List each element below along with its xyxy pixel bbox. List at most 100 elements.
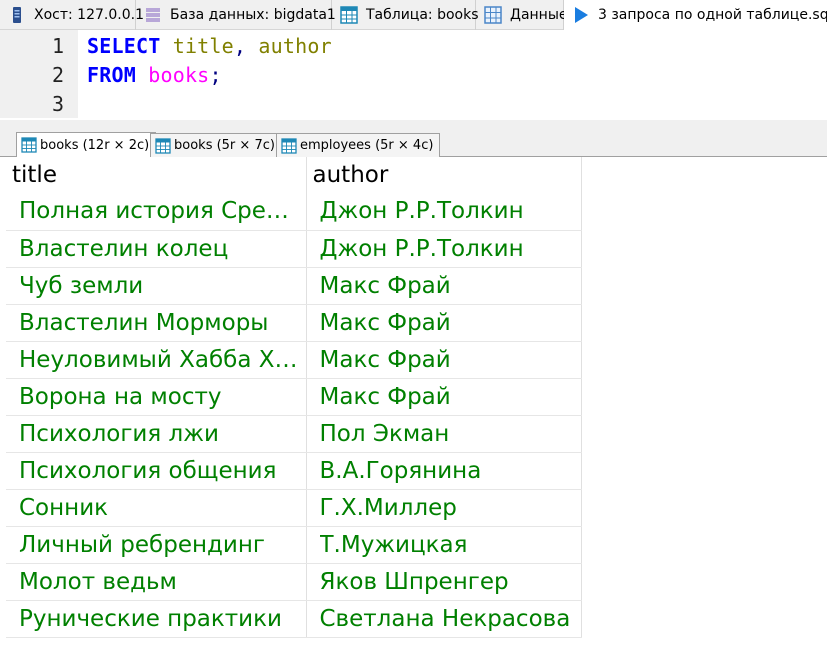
result-tab-books-5r[interactable]: books (5r × 7c) — [150, 133, 282, 157]
cell-title[interactable]: Ворона на мосту — [6, 378, 307, 416]
cell-value: Т.Мужицкая — [319, 531, 468, 558]
line-number: 1 — [51, 34, 64, 58]
cell-author[interactable]: Пол Экман — [306, 415, 582, 453]
cell-value: Джон Р.Р.Толкин — [319, 235, 524, 262]
table-row[interactable]: Ворона на мосту Макс Фрай — [6, 378, 582, 416]
table-row[interactable]: Молот ведьм Яков Шпренгер — [6, 563, 582, 601]
cell-author[interactable]: Джон Р.Р.Толкин — [306, 230, 582, 268]
cell-title[interactable]: Чуб земли — [6, 267, 307, 305]
cell-value: Полная история Сред... — [19, 198, 301, 225]
table-row[interactable]: Личный ребрендинг Т.Мужицкая — [6, 526, 582, 564]
cell-author[interactable]: Джон Р.Р.Толкин — [306, 193, 582, 231]
table-row[interactable]: Рунические практики Светлана Некрасова — [6, 600, 582, 638]
cell-value: Неуловимый Хабба Хэн — [19, 346, 301, 373]
grid-header-row: title author — [6, 157, 582, 193]
cell-title[interactable]: Полная история Сред... — [6, 193, 307, 231]
cell-value: Пол Экман — [319, 420, 450, 447]
cell-author[interactable]: Макс Фрай — [306, 267, 582, 305]
tab-database[interactable]: База данных: bigdata1 — [136, 0, 336, 30]
sql-field-title: title — [172, 34, 234, 58]
code-line-1[interactable]: SELECT title, author — [87, 34, 332, 58]
cell-value: Джон Р.Р.Толкин — [319, 198, 524, 225]
result-tab-books-12r[interactable]: books (12r × 2c) — [16, 132, 157, 157]
server-icon — [13, 7, 21, 23]
cell-value: Ворона на мосту — [19, 383, 222, 410]
cell-value: Макс Фрай — [319, 309, 451, 336]
cell-value: Г.Х.Миллер — [319, 494, 457, 521]
cell-title[interactable]: Властелин колец — [6, 230, 307, 268]
result-tab-employees[interactable]: employees (5r × 4c) — [276, 133, 441, 157]
cell-title[interactable]: Рунические практики — [6, 600, 307, 638]
cell-title[interactable]: Властелин Морморы — [6, 304, 307, 342]
tab-query-file-label: 3 запроса по одной таблице.sql* — [598, 7, 827, 23]
table-row[interactable]: Психология общения В.А.Горянина — [6, 452, 582, 490]
cell-title[interactable]: Молот ведьм — [6, 563, 307, 601]
cell-title[interactable]: Неуловимый Хабба Хэн — [6, 341, 307, 379]
cell-value: Чуб земли — [19, 272, 144, 299]
tab-data-label: Данные — [510, 7, 568, 23]
data-grid-icon — [484, 6, 502, 24]
result-tab-label: books (5r × 7c) — [174, 138, 275, 153]
tab-host[interactable]: Хост: 127.0.0.1 — [0, 0, 144, 30]
table-icon — [340, 6, 358, 24]
result-tab-bar: books (12r × 2c) books (5r × 7c) employe… — [0, 120, 827, 157]
sql-field-author: author — [258, 34, 332, 58]
table-row[interactable]: Неуловимый Хабба Хэн Макс Фрай — [6, 341, 582, 379]
tab-data[interactable]: Данные — [476, 0, 568, 30]
cell-author[interactable]: Светлана Некрасова — [306, 600, 582, 638]
database-icon — [146, 8, 160, 22]
cell-value: Яков Шпренгер — [319, 568, 509, 595]
cell-value: Психология общения — [19, 457, 277, 484]
table-row[interactable]: Чуб земли Макс Фрай — [6, 267, 582, 305]
sql-table-name: books — [148, 63, 210, 87]
cell-title[interactable]: Сонник — [6, 489, 307, 527]
cell-author[interactable]: Г.Х.Миллер — [306, 489, 582, 527]
sql-comma: , — [233, 34, 247, 58]
cell-title[interactable]: Личный ребрендинг — [6, 526, 307, 564]
table-row[interactable]: Психология лжи Пол Экман — [6, 415, 582, 453]
table-icon — [155, 137, 171, 154]
tab-database-label: База данных: bigdata1 — [170, 7, 336, 23]
cell-value: Макс Фрай — [319, 383, 451, 410]
table-row[interactable]: Властелин Морморы Макс Фрай — [6, 304, 582, 342]
cell-value: Сонник — [19, 494, 109, 521]
table-row[interactable]: Сонник Г.Х.Миллер — [6, 489, 582, 527]
cell-value: Властелин колец — [19, 235, 229, 262]
line-number-gutter: 1 2 3 — [0, 30, 78, 118]
cell-author[interactable]: Яков Шпренгер — [306, 563, 582, 601]
line-number: 2 — [51, 63, 64, 87]
sql-keyword-select: SELECT — [87, 34, 161, 58]
cell-author[interactable]: Т.Мужицкая — [306, 526, 582, 564]
cell-value: Макс Фрай — [319, 272, 451, 299]
cell-value: Макс Фрай — [319, 346, 451, 373]
result-tab-label: employees (5r × 4c) — [300, 138, 434, 153]
column-header-author[interactable]: author — [306, 157, 582, 193]
tab-host-label: Хост: 127.0.0.1 — [34, 7, 144, 23]
column-header-title[interactable]: title — [6, 157, 307, 193]
sql-editor[interactable]: 1 2 3 SELECT title, author FROM books; — [0, 30, 827, 120]
table-row[interactable]: Полная история Сред... Джон Р.Р.Толкин — [6, 193, 582, 231]
cell-title[interactable]: Психология лжи — [6, 415, 307, 453]
table-icon — [281, 137, 297, 154]
result-grid[interactable]: title author Полная история Сред... Джон … — [6, 157, 582, 638]
line-number: 3 — [51, 92, 64, 116]
sql-keyword-from: FROM — [87, 63, 136, 87]
sql-semicolon: ; — [209, 63, 222, 87]
cell-author[interactable]: Макс Фрай — [306, 341, 582, 379]
run-query-icon — [575, 7, 588, 23]
cell-author[interactable]: В.А.Горянина — [306, 452, 582, 490]
tab-table[interactable]: Таблица: books — [332, 0, 479, 30]
cell-value: Психология лжи — [19, 420, 219, 447]
top-tab-bar: Хост: 127.0.0.1 База данных: bigdata1 Та… — [0, 0, 827, 30]
cell-title[interactable]: Психология общения — [6, 452, 307, 490]
cell-value: Личный ребрендинг — [19, 531, 265, 558]
tab-query-file[interactable]: 3 запроса по одной таблице.sql* — [564, 0, 827, 30]
table-row[interactable]: Властелин колец Джон Р.Р.Толкин — [6, 230, 582, 268]
cell-author[interactable]: Макс Фрай — [306, 304, 582, 342]
cell-value: Молот ведьм — [19, 568, 177, 595]
cell-value: В.А.Горянина — [319, 457, 482, 484]
tab-table-label: Таблица: books — [366, 7, 479, 23]
result-tab-label: books (12r × 2c) — [40, 137, 150, 153]
code-line-2[interactable]: FROM books; — [87, 63, 222, 87]
cell-author[interactable]: Макс Фрай — [306, 378, 582, 416]
